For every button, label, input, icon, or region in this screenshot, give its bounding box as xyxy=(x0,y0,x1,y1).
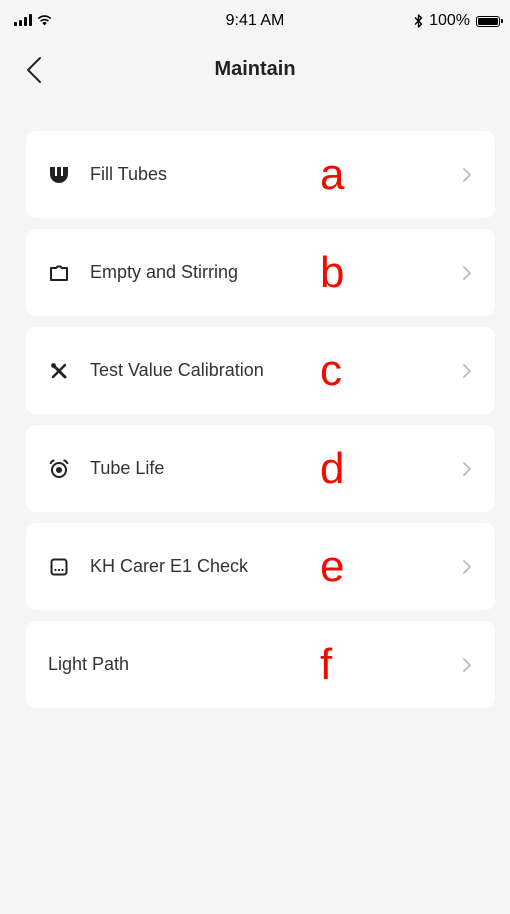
tubes-icon xyxy=(48,164,70,186)
alarm-icon xyxy=(48,458,70,480)
nav-bar: Maintain xyxy=(0,40,510,100)
list-item-tube-life[interactable]: Tube Life d xyxy=(26,425,495,512)
tools-icon xyxy=(48,360,70,382)
annotation-marker: e xyxy=(320,541,345,591)
list-item-label: Light Path xyxy=(48,654,130,674)
maintain-list: Fill Tubes a Empty and Stirring b Test V… xyxy=(26,131,495,719)
list-item-label: Tube Life xyxy=(90,458,165,478)
screen-icon xyxy=(48,556,70,578)
battery-percent: 100% xyxy=(429,12,470,29)
list-item-label: KH Carer E1 Check xyxy=(90,556,249,576)
list-item-test-value-calibration[interactable]: Test Value Calibration c xyxy=(26,327,495,414)
status-bar: 9:41 AM 100% xyxy=(0,0,510,40)
list-item-label: Empty and Stirring xyxy=(90,262,239,282)
bluetooth-icon xyxy=(414,14,423,28)
container-icon xyxy=(48,262,70,284)
annotation-marker: a xyxy=(320,149,345,199)
chevron-right-icon xyxy=(461,166,473,184)
chevron-right-icon xyxy=(461,656,473,674)
chevron-right-icon xyxy=(461,460,473,478)
status-right: 100% xyxy=(414,12,503,30)
annotation-marker: c xyxy=(320,345,342,395)
chevron-right-icon xyxy=(461,362,473,380)
list-item-light-path[interactable]: Light Path f xyxy=(26,621,495,708)
annotation-marker: f xyxy=(320,639,333,689)
list-item-fill-tubes[interactable]: Fill Tubes a xyxy=(26,131,495,218)
maintain-screen: 9:41 AM 100% Maintain Fill Tubes a Empty… xyxy=(0,0,510,914)
page-title: Maintain xyxy=(214,58,296,80)
list-item-label: Fill Tubes xyxy=(90,164,168,184)
chevron-right-icon xyxy=(461,558,473,576)
list-item-empty-and-stirring[interactable]: Empty and Stirring b xyxy=(26,229,495,316)
chevron-right-icon xyxy=(461,264,473,282)
annotation-marker: d xyxy=(320,443,345,493)
annotation-marker: b xyxy=(320,247,345,297)
battery-icon xyxy=(476,15,503,27)
list-item-kh-carer-e1-check[interactable]: KH Carer E1 Check e xyxy=(26,523,495,610)
list-item-label: Test Value Calibration xyxy=(90,360,264,380)
